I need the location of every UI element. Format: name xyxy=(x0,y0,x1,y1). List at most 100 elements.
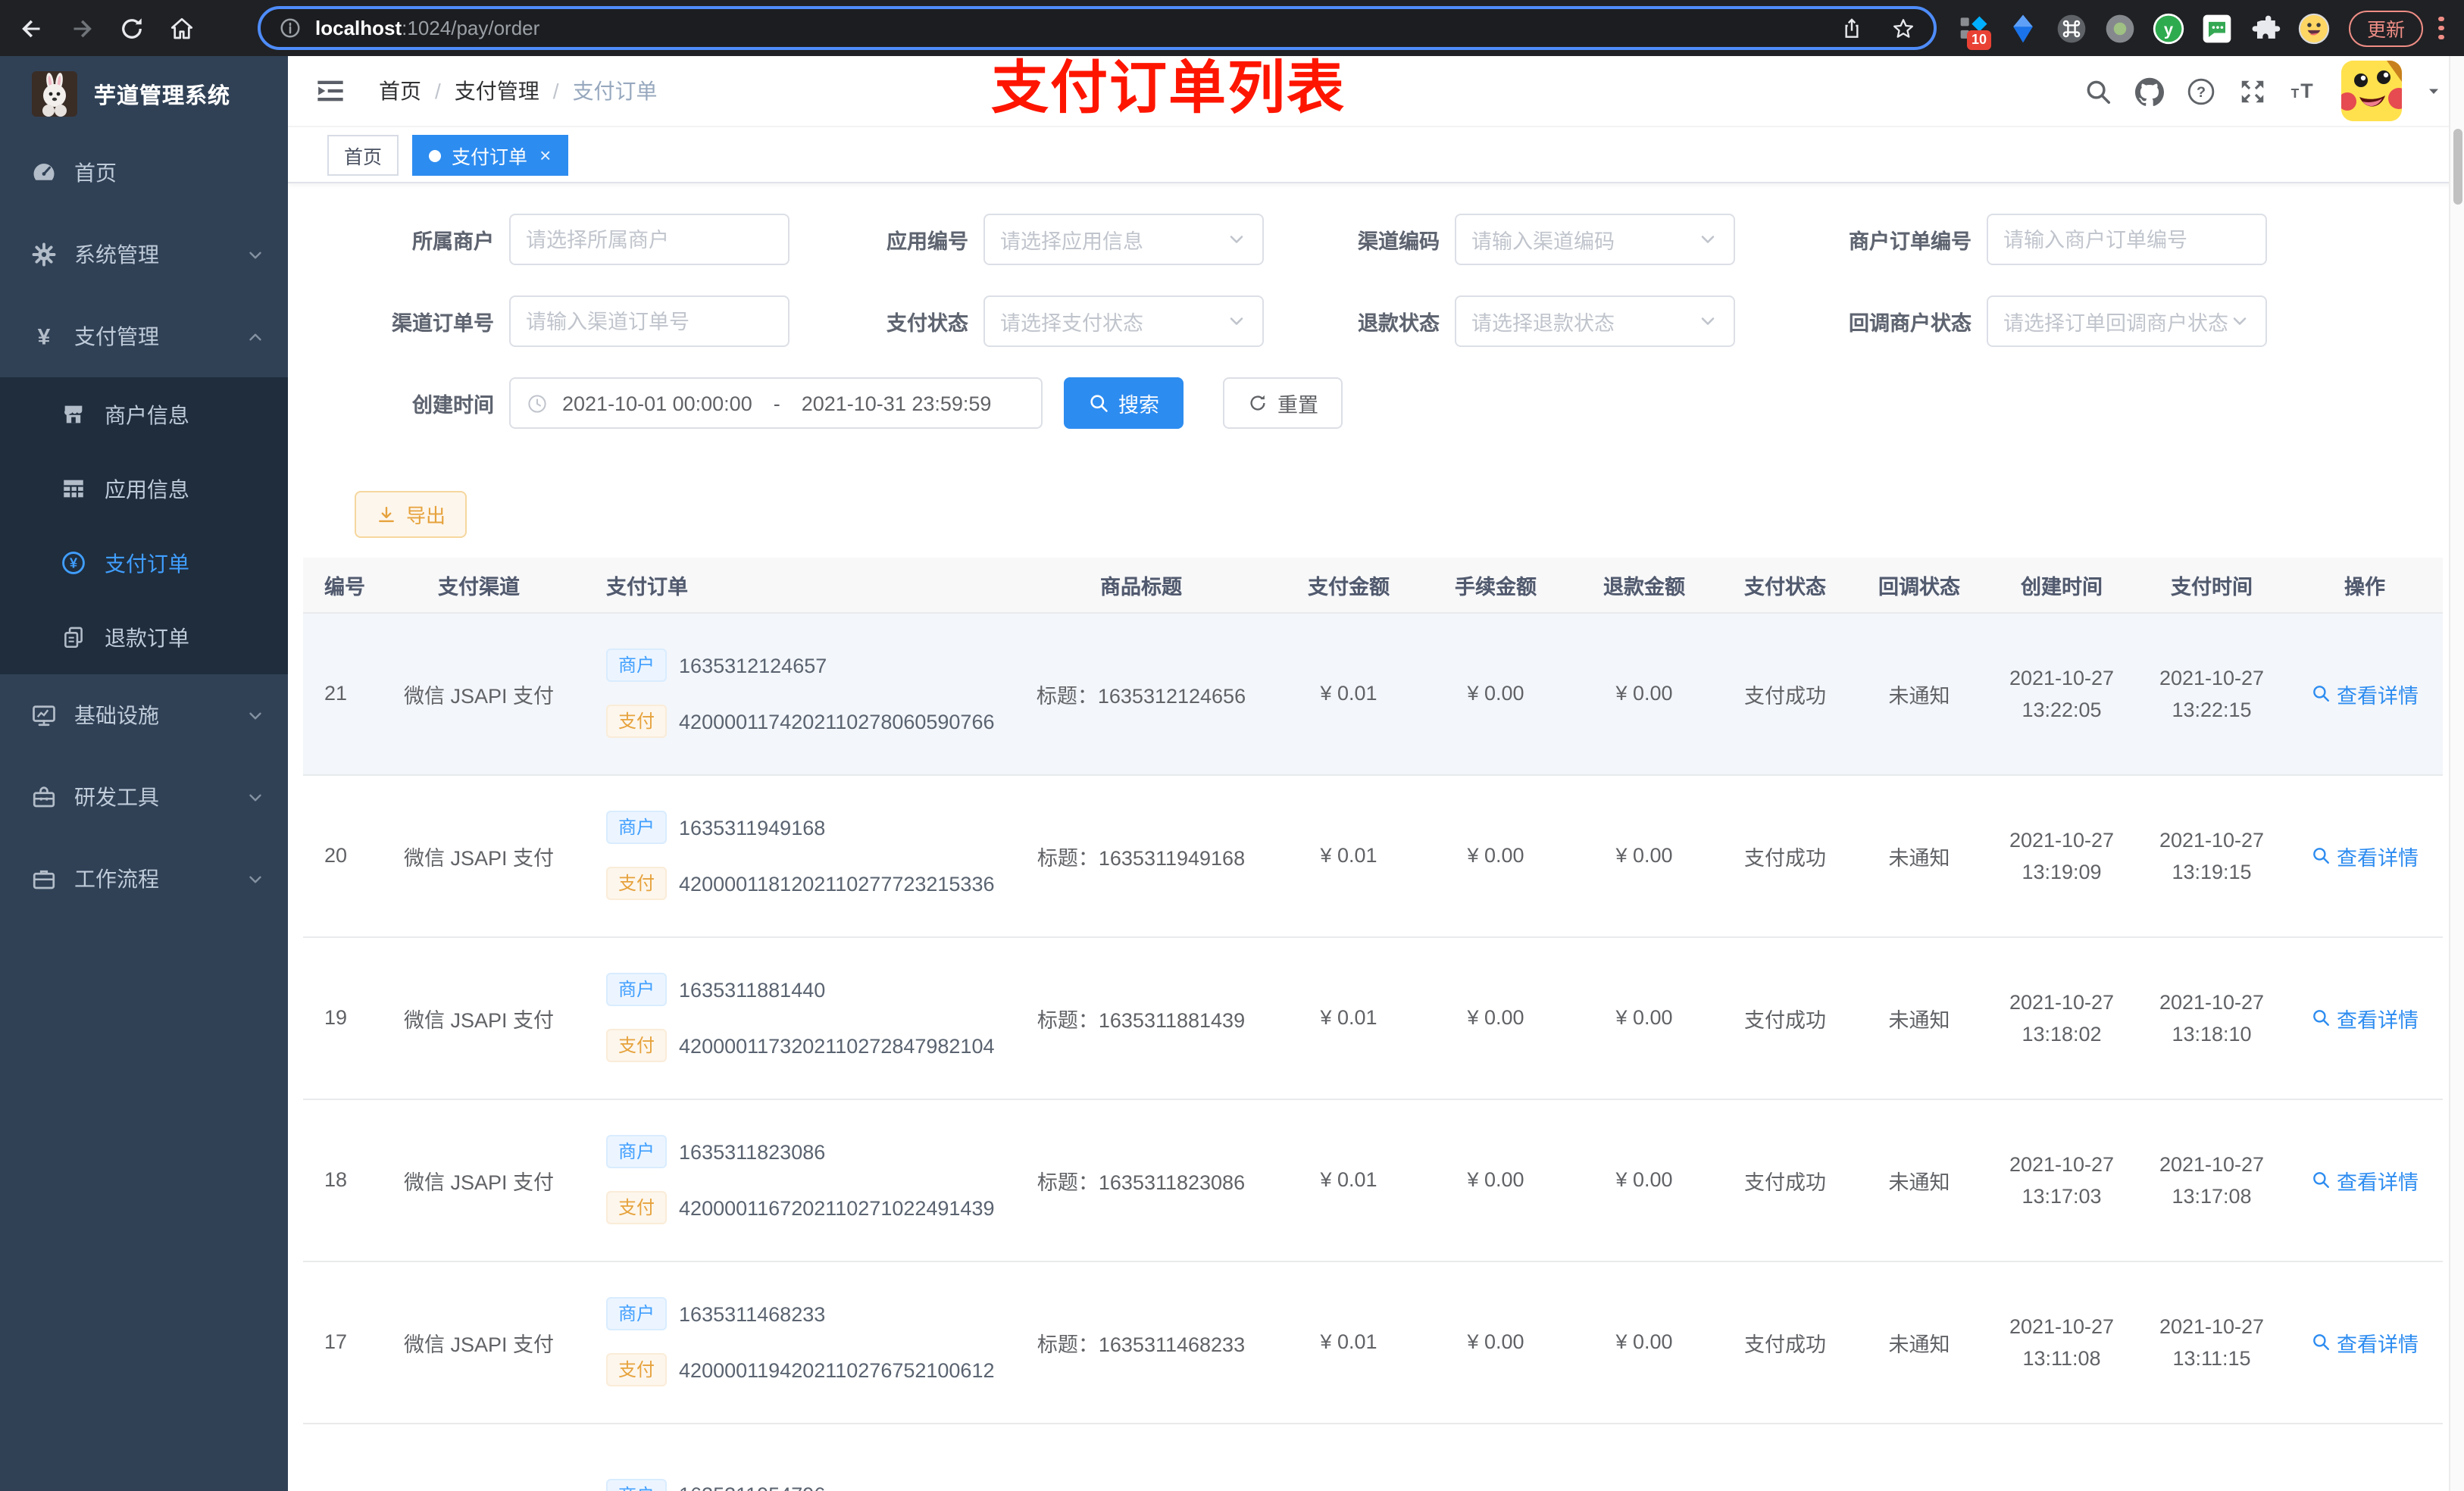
merchant-select[interactable] xyxy=(509,214,790,265)
monitor-icon xyxy=(33,705,55,727)
col-title: 商品标题 xyxy=(1006,558,1276,613)
search-icon[interactable] xyxy=(2084,77,2112,105)
reset-button[interactable]: 重置 xyxy=(1223,377,1343,429)
col-create-time: 创建时间 xyxy=(1987,558,2137,613)
channel-order-no-field[interactable] xyxy=(509,295,790,347)
sidebar-item-refund-order[interactable]: 退款订单 xyxy=(0,600,288,674)
chevron-up-icon xyxy=(245,327,265,346)
update-button[interactable]: 更新 xyxy=(2349,10,2424,46)
github-icon[interactable] xyxy=(2135,77,2164,105)
magnifier-icon xyxy=(2311,683,2331,703)
date-start: 2021-10-01 00:00:00 xyxy=(562,392,752,414)
extension-y-icon[interactable]: y xyxy=(2152,11,2185,45)
notify-status-select[interactable]: 请选择订单回调商户状态 xyxy=(1987,295,2267,347)
extension-record-icon[interactable] xyxy=(2103,11,2137,45)
sidebar-item-home[interactable]: 首页 xyxy=(0,132,288,214)
merchant-tag: 商户 xyxy=(606,1135,668,1168)
pay-status-select[interactable]: 请选择支付状态 xyxy=(983,295,1264,347)
view-detail-link[interactable]: 查看详情 xyxy=(2311,840,2419,871)
channel-code-select[interactable]: 请输入渠道编码 xyxy=(1455,214,1735,265)
table-row: 20 微信 JSAPI 支付 商户 1635311949168 支付 4200001… xyxy=(303,774,2443,937)
col-refund: 退款金额 xyxy=(1570,558,1718,613)
bookmark-star-icon[interactable] xyxy=(1891,16,1915,40)
breadcrumb-payment[interactable]: 支付管理 xyxy=(455,76,539,106)
extension-puzzle-icon[interactable] xyxy=(2249,11,2282,45)
window-scrollbar[interactable] xyxy=(2449,56,2464,1491)
sidebar-item-payment[interactable]: ¥ 支付管理 xyxy=(0,295,288,377)
view-detail-link[interactable]: 查看详情 xyxy=(2311,678,2419,708)
sidebar-item-dev-tools[interactable]: 研发工具 xyxy=(0,756,288,838)
merchant-tag: 商户 xyxy=(606,1297,668,1330)
pay-tag: 支付 xyxy=(606,867,668,900)
site-info-icon[interactable] xyxy=(279,17,302,39)
col-notify-status: 回调状态 xyxy=(1852,558,1987,613)
merchant-label: 所属商户 xyxy=(412,230,494,253)
share-icon[interactable] xyxy=(1840,16,1864,40)
extension-command-icon[interactable] xyxy=(2055,11,2088,45)
extensions-area: 10 y xyxy=(1958,11,2331,49)
extension-emoji-avatar[interactable] xyxy=(2297,11,2331,45)
app-title: 芋道管理系统 xyxy=(94,84,230,108)
back-icon[interactable] xyxy=(18,14,45,42)
create-time-range-picker[interactable]: 2021-10-01 00:00:00 - 2021-10-31 23:59:5… xyxy=(509,377,1043,429)
view-detail-link[interactable]: 查看详情 xyxy=(2311,1164,2419,1195)
export-button[interactable]: 导出 xyxy=(355,491,467,538)
magnifier-icon xyxy=(2311,1008,2331,1027)
sidebar-item-label: 支付管理 xyxy=(74,324,159,349)
address-bar[interactable]: localhost:1024/pay/order xyxy=(258,6,1937,50)
svg-text:¥: ¥ xyxy=(70,555,78,570)
refresh-icon xyxy=(1250,395,1265,411)
sidebar-item-infrastructure[interactable]: 基础设施 xyxy=(0,674,288,756)
refund-status-select[interactable]: 请选择退款状态 xyxy=(1455,295,1735,347)
breadcrumb: 首页 / 支付管理 / 支付订单 xyxy=(379,76,658,106)
forward-icon[interactable] xyxy=(68,14,95,42)
merchant-input[interactable] xyxy=(526,228,773,251)
home-icon[interactable] xyxy=(168,14,195,42)
refund-status-label: 退款状态 xyxy=(1358,312,1440,335)
sidebar-fold-icon[interactable] xyxy=(315,76,346,106)
merchant-order-no-input[interactable] xyxy=(2003,228,2250,251)
table-row-partial: 商户1635311954796 xyxy=(303,1423,2443,1491)
font-size-icon[interactable]: TT xyxy=(2290,77,2319,105)
toolbox-icon xyxy=(33,786,55,808)
extension-grid-icon[interactable]: 10 xyxy=(1958,11,1991,49)
browser-menu-icon[interactable] xyxy=(2438,16,2444,40)
yen-circle-icon: ¥ xyxy=(62,552,85,574)
channel-order-no-input[interactable] xyxy=(526,310,773,333)
extension-gem-icon[interactable] xyxy=(2006,11,2040,45)
tab-pay-order[interactable]: 支付订单 × xyxy=(412,135,568,176)
fullscreen-icon[interactable] xyxy=(2238,77,2267,105)
sidebar-item-workflow[interactable]: 工作流程 xyxy=(0,838,288,920)
sidebar-item-pay-order[interactable]: ¥ 支付订单 xyxy=(0,526,288,600)
extension-chat-icon[interactable] xyxy=(2200,11,2234,45)
payment-submenu: 商户信息 应用信息 ¥ 支付订单 退款订单 xyxy=(0,377,288,674)
search-button[interactable]: 搜索 xyxy=(1064,377,1184,429)
breadcrumb-home[interactable]: 首页 xyxy=(379,76,421,106)
merchant-order-no-field[interactable] xyxy=(1987,214,2267,265)
view-detail-link[interactable]: 查看详情 xyxy=(2311,1327,2419,1357)
sidebar-item-system[interactable]: 系统管理 xyxy=(0,214,288,295)
avatar-caret-icon[interactable] xyxy=(2425,82,2443,100)
dashboard-icon xyxy=(31,164,57,186)
app-select[interactable]: 请选择应用信息 xyxy=(983,214,1264,265)
user-avatar[interactable] xyxy=(2341,61,2402,121)
chevron-down-icon xyxy=(245,245,265,264)
sidebar-item-app-info[interactable]: 应用信息 xyxy=(0,452,288,526)
view-detail-link[interactable]: 查看详情 xyxy=(2311,1002,2419,1033)
pay-tag: 支付 xyxy=(606,1029,668,1062)
sidebar: 芋道管理系统 首页 系统管理 ¥ 支付管理 商户信息 应用信息 ¥ 支付订单 退… xyxy=(0,56,288,1491)
sidebar-item-merchant-info[interactable]: 商户信息 xyxy=(0,377,288,452)
scrollbar-thumb[interactable] xyxy=(2453,129,2462,205)
table-row: 18 微信 JSAPI 支付 商户 1635311823086 支付 4200001… xyxy=(303,1099,2443,1261)
pay-tag: 支付 xyxy=(606,705,668,738)
merchant-tag: 商户 xyxy=(606,1478,668,1491)
tab-close-icon[interactable]: × xyxy=(539,144,551,167)
app-logo[interactable]: 芋道管理系统 xyxy=(0,56,288,132)
chevron-down-icon xyxy=(2229,311,2250,332)
tab-home[interactable]: 首页 xyxy=(327,135,399,176)
reload-icon[interactable] xyxy=(118,14,145,42)
help-icon[interactable]: ? xyxy=(2187,77,2215,105)
merchant-order-no-label: 商户订单编号 xyxy=(1849,230,1972,253)
table-row: 19 微信 JSAPI 支付 商户 1635311881440 支付 4200001… xyxy=(303,936,2443,1099)
table-row: 17 微信 JSAPI 支付 商户 1635311468233 支付 4200001… xyxy=(303,1261,2443,1424)
